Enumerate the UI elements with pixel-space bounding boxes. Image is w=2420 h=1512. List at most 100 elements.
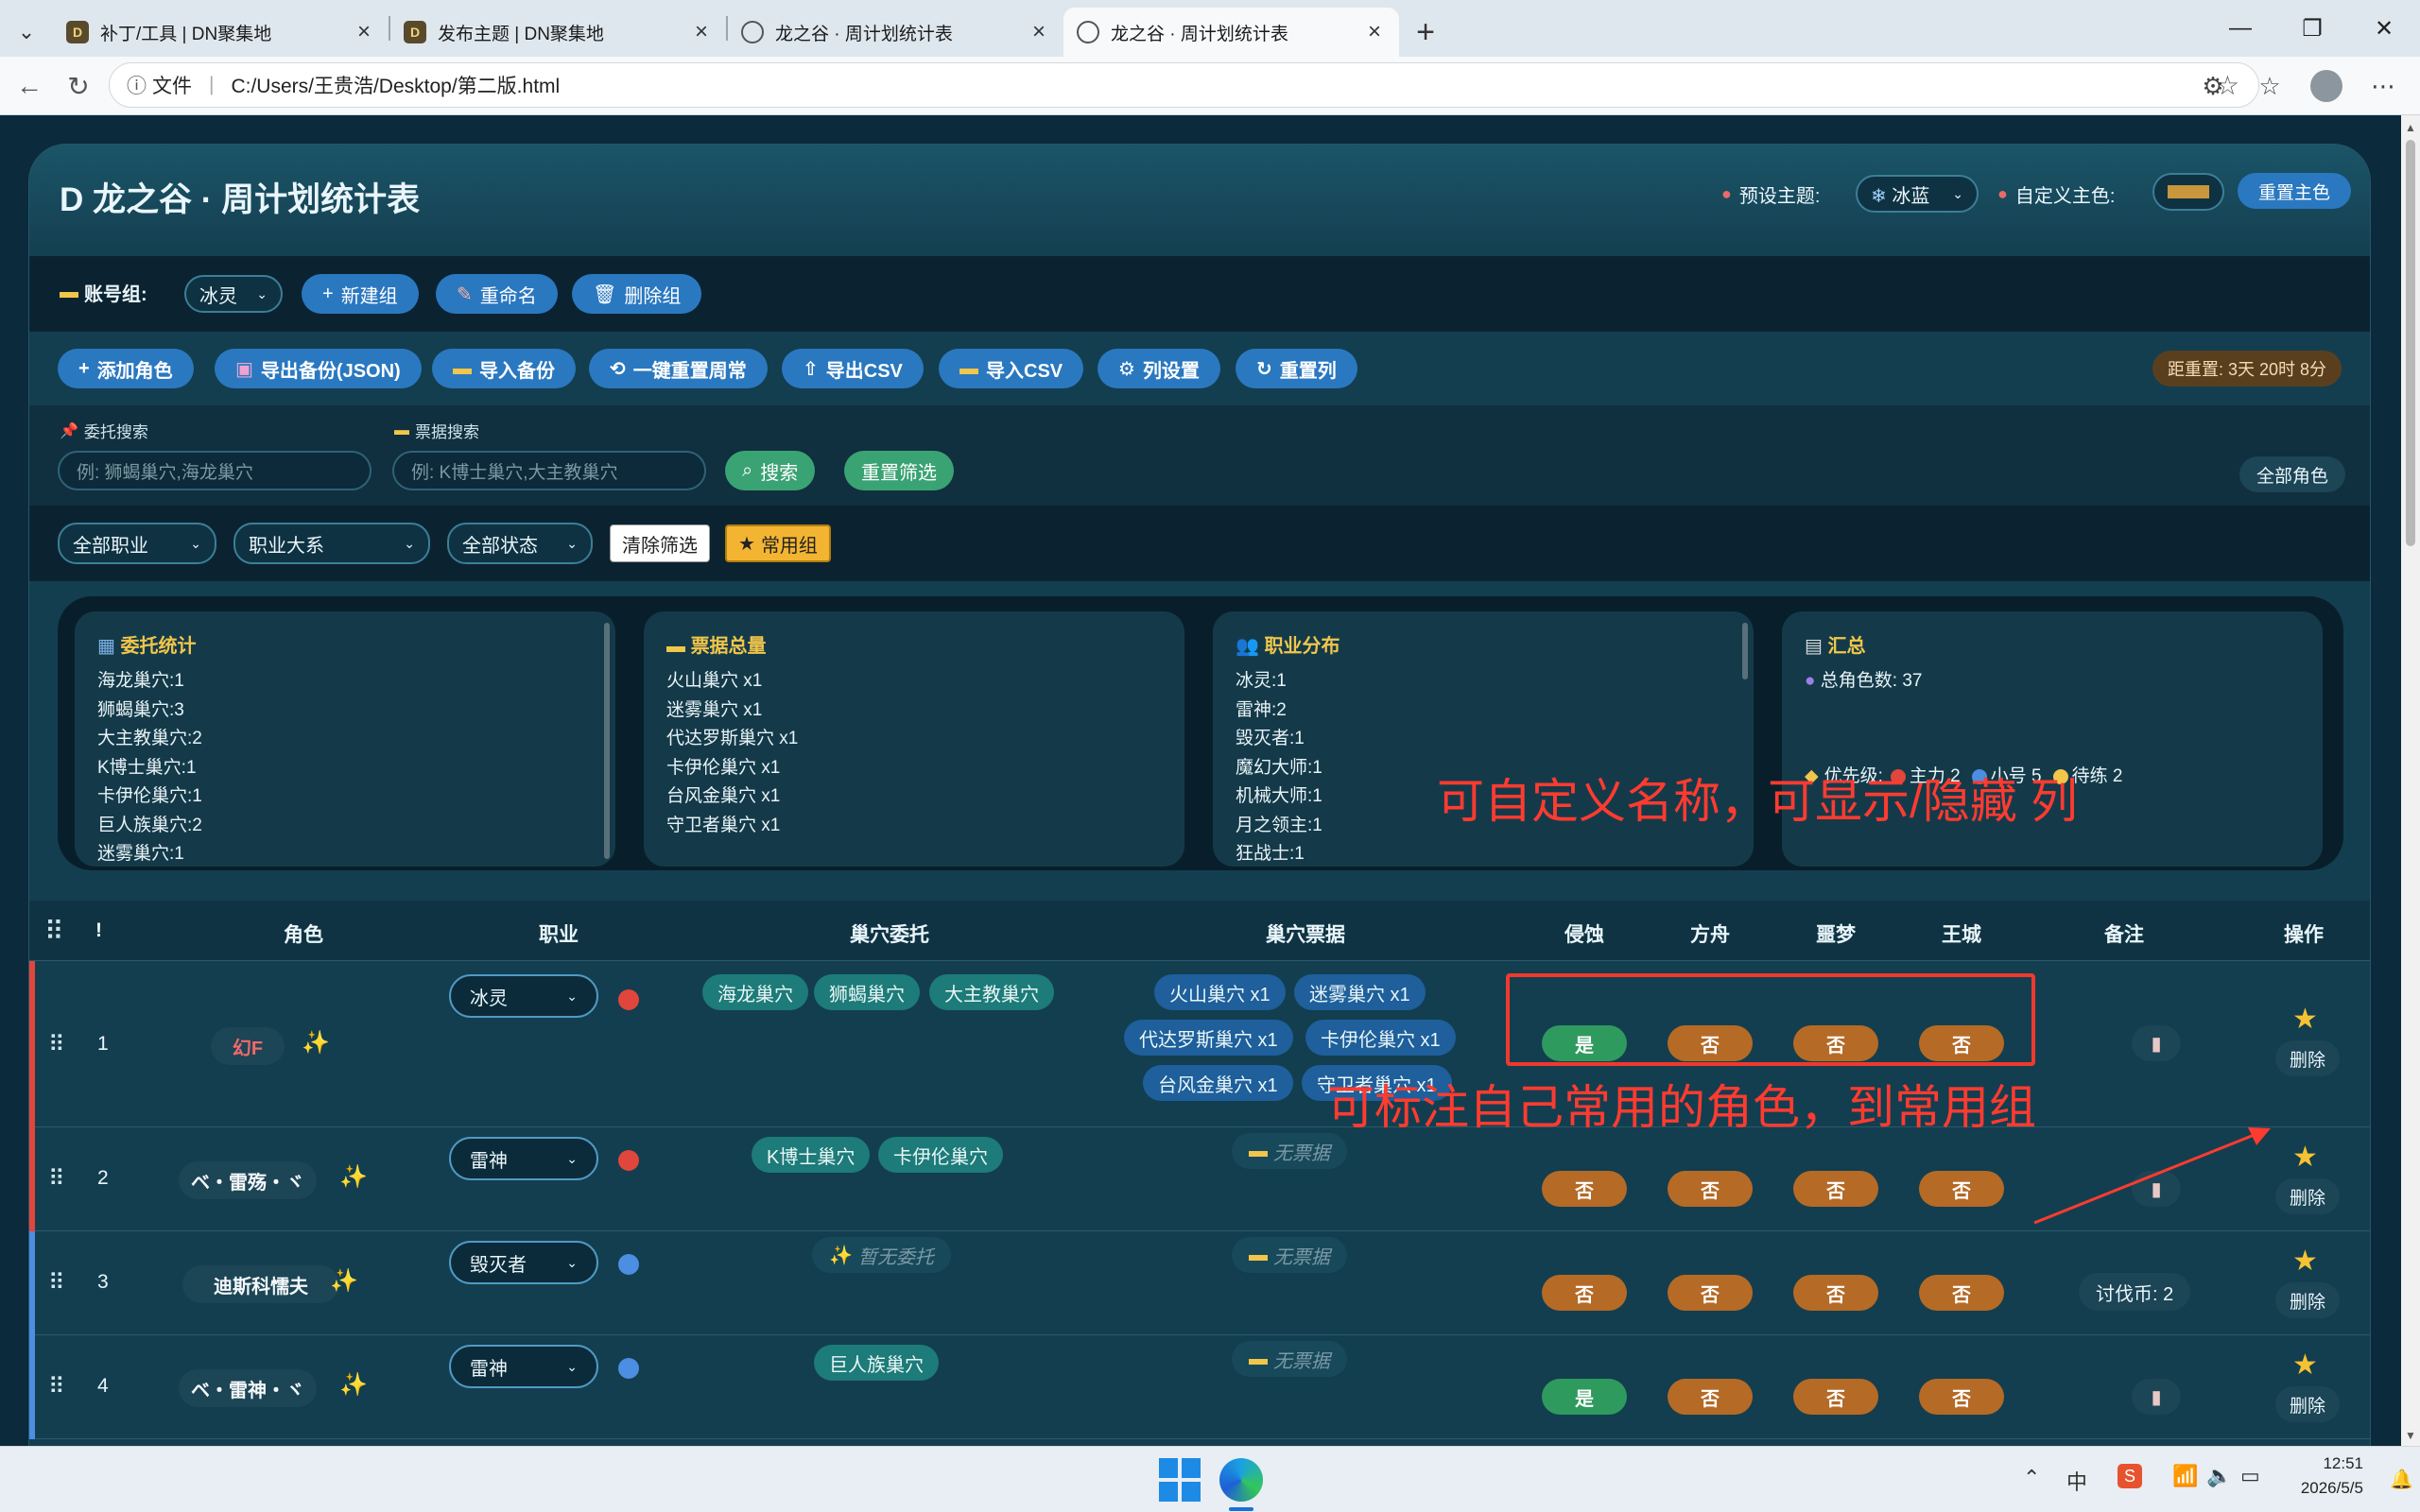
- ark-toggle[interactable]: 否: [1668, 1379, 1753, 1415]
- card-scrollbar[interactable]: [604, 623, 610, 859]
- battery-icon[interactable]: ▭: [2240, 1464, 2260, 1488]
- nightmare-toggle[interactable]: 否: [1793, 1379, 1878, 1415]
- new-tab-button[interactable]: +: [1399, 8, 1452, 57]
- restore-icon[interactable]: ❐: [2276, 0, 2348, 57]
- role-name[interactable]: 迪斯科懦夫: [182, 1265, 339, 1303]
- commission-search-input[interactable]: 例: 狮蝎巢穴,海龙巢穴: [58, 451, 372, 490]
- commission-chip[interactable]: 大主教巢穴: [929, 974, 1054, 1010]
- column-settings-button[interactable]: ⚙ 列设置: [1098, 349, 1220, 388]
- job-class-filter-select[interactable]: 职业大系 ⌄: [233, 523, 430, 564]
- nightmare-toggle[interactable]: 否: [1793, 1171, 1878, 1207]
- note-text[interactable]: 讨伐币: 2: [2079, 1273, 2191, 1311]
- minimize-icon[interactable]: —: [2204, 0, 2276, 57]
- new-group-button[interactable]: + 新建组: [302, 274, 419, 314]
- import-csv-button[interactable]: ▬ 导入CSV: [939, 349, 1084, 388]
- erosion-toggle[interactable]: 否: [1542, 1171, 1627, 1207]
- close-window-icon[interactable]: ✕: [2348, 0, 2420, 57]
- ticket-chip[interactable]: 迷雾巢穴 x1: [1294, 974, 1426, 1010]
- role-name[interactable]: ベ・雷神・ヾ: [179, 1369, 317, 1407]
- royal-city-toggle[interactable]: 否: [1919, 1171, 2004, 1207]
- delete-button[interactable]: 删除: [2275, 1282, 2340, 1318]
- browser-tab-1[interactable]: D 补丁/工具 | DN聚集地 ×: [53, 8, 389, 57]
- ticket-chip[interactable]: 卡伊伦巢穴 x1: [1305, 1020, 1456, 1056]
- nightmare-toggle[interactable]: 否: [1793, 1275, 1878, 1311]
- commission-chip[interactable]: K博士巢穴: [752, 1137, 871, 1173]
- priority-dot[interactable]: [618, 1150, 639, 1171]
- sparkle-icon[interactable]: ✨: [330, 1267, 358, 1295]
- reset-weekly-button[interactable]: ⟲ 一键重置周常: [589, 349, 768, 388]
- browser-tab-2[interactable]: D 发布主题 | DN聚集地 ×: [390, 8, 726, 57]
- status-filter-select[interactable]: 全部状态 ⌄: [447, 523, 593, 564]
- sparkle-icon[interactable]: ✨: [339, 1371, 368, 1399]
- clock-time[interactable]: 12:51: [2288, 1454, 2363, 1473]
- color-picker[interactable]: [2152, 173, 2224, 211]
- col-ark[interactable]: 方舟: [1663, 919, 1757, 948]
- close-icon[interactable]: ×: [690, 19, 713, 45]
- drag-handle-icon[interactable]: ⠿: [48, 1031, 65, 1058]
- address-field[interactable]: ⓘ 文件 | C:/Users/王贵浩/Desktop/第二版.html ☆: [109, 62, 2259, 108]
- priority-dot[interactable]: [618, 1254, 639, 1275]
- ticket-chip[interactable]: 代达罗斯巢穴 x1: [1124, 1020, 1293, 1056]
- job-select[interactable]: 冰灵 ⌄: [449, 974, 598, 1018]
- rename-group-button[interactable]: ✎ 重命名: [436, 274, 558, 314]
- drag-handle-icon[interactable]: ⠿: [48, 1373, 65, 1400]
- preset-theme-select[interactable]: ❄ 冰蓝 ⌄: [1856, 175, 1979, 213]
- wifi-icon[interactable]: 📶: [2172, 1464, 2198, 1488]
- close-icon[interactable]: ×: [353, 19, 375, 45]
- erosion-toggle[interactable]: 否: [1542, 1275, 1627, 1311]
- job-select[interactable]: 雷神 ⌄: [449, 1345, 598, 1388]
- ticket-chip[interactable]: 火山巢穴 x1: [1154, 974, 1286, 1010]
- tray-chevron-icon[interactable]: ⌃: [2023, 1466, 2040, 1490]
- import-backup-button[interactable]: ▬ 导入备份: [432, 349, 576, 388]
- priority-dot[interactable]: [618, 1358, 639, 1379]
- commission-chip[interactable]: 狮蝎巢穴: [814, 974, 920, 1010]
- drag-all-icon[interactable]: ⠿: [44, 916, 64, 947]
- scroll-thumb[interactable]: [2406, 140, 2415, 546]
- group-select[interactable]: 冰灵 ⌄: [184, 275, 283, 313]
- reset-color-button[interactable]: 重置主色: [2238, 173, 2352, 209]
- clear-filter-button[interactable]: 清除筛选: [610, 524, 710, 562]
- ark-toggle[interactable]: 否: [1668, 1171, 1753, 1207]
- scroll-up-icon[interactable]: ▲: [2405, 121, 2416, 134]
- erosion-toggle[interactable]: 是: [1542, 1379, 1627, 1415]
- refresh-icon[interactable]: ↻: [55, 62, 102, 110]
- drag-handle-icon[interactable]: ⠿: [48, 1165, 65, 1193]
- all-roles-button[interactable]: 全部角色: [2239, 456, 2346, 492]
- edge-browser-icon[interactable]: [1219, 1458, 1263, 1502]
- profile-icon[interactable]: [2308, 64, 2344, 108]
- browser-tab-4[interactable]: 龙之谷 · 周计划统计表 ×: [1063, 8, 1399, 57]
- clock-date[interactable]: 2026/5/5: [2269, 1479, 2363, 1498]
- ime-indicator[interactable]: 中: [2066, 1466, 2087, 1496]
- sparkle-icon[interactable]: ✨: [302, 1029, 330, 1057]
- ticket-chip[interactable]: 台风金巢穴 x1: [1143, 1065, 1293, 1101]
- role-name[interactable]: ベ・雷殇・ヾ: [179, 1161, 317, 1199]
- card-scrollbar[interactable]: [1742, 623, 1748, 679]
- tab-list-button[interactable]: ⌄: [0, 8, 53, 57]
- search-button[interactable]: ⌕ 搜索: [725, 451, 816, 490]
- export-csv-button[interactable]: ⇧ 导出CSV: [782, 349, 924, 388]
- commission-chip[interactable]: 巨人族巢穴: [814, 1345, 939, 1381]
- volume-icon[interactable]: 🔈: [2206, 1464, 2232, 1488]
- drag-handle-icon[interactable]: ⠿: [48, 1269, 65, 1297]
- ark-toggle[interactable]: 否: [1668, 1275, 1753, 1311]
- col-erosion[interactable]: 侵蚀: [1537, 919, 1632, 948]
- add-role-button[interactable]: + 添加角色: [58, 349, 194, 388]
- royal-city-toggle[interactable]: 否: [1919, 1275, 2004, 1311]
- job-select[interactable]: 毁灭者 ⌄: [449, 1241, 598, 1284]
- ticket-search-input[interactable]: 例: K博士巢穴,大主教巢穴: [392, 451, 706, 490]
- scroll-down-icon[interactable]: ▼: [2405, 1429, 2416, 1442]
- priority-dot[interactable]: [618, 989, 639, 1010]
- close-icon[interactable]: ×: [1028, 19, 1050, 45]
- extensions-icon[interactable]: ⚙: [2195, 64, 2231, 108]
- royal-city-toggle[interactable]: 否: [1919, 1379, 2004, 1415]
- reset-columns-button[interactable]: ↻ 重置列: [1236, 349, 1357, 388]
- notification-icon[interactable]: 🔔: [2390, 1468, 2413, 1491]
- sparkle-icon[interactable]: ✨: [339, 1163, 368, 1191]
- back-icon[interactable]: ←: [6, 62, 53, 110]
- job-filter-select[interactable]: 全部职业 ⌄: [58, 523, 216, 564]
- app-tray-icon[interactable]: S: [2118, 1464, 2142, 1488]
- col-nightmare[interactable]: 噩梦: [1789, 919, 1883, 948]
- role-name[interactable]: 幻F: [211, 1027, 285, 1065]
- favorites-group-button[interactable]: ★ 常用组: [725, 524, 831, 562]
- more-icon[interactable]: ⋯: [2365, 64, 2401, 108]
